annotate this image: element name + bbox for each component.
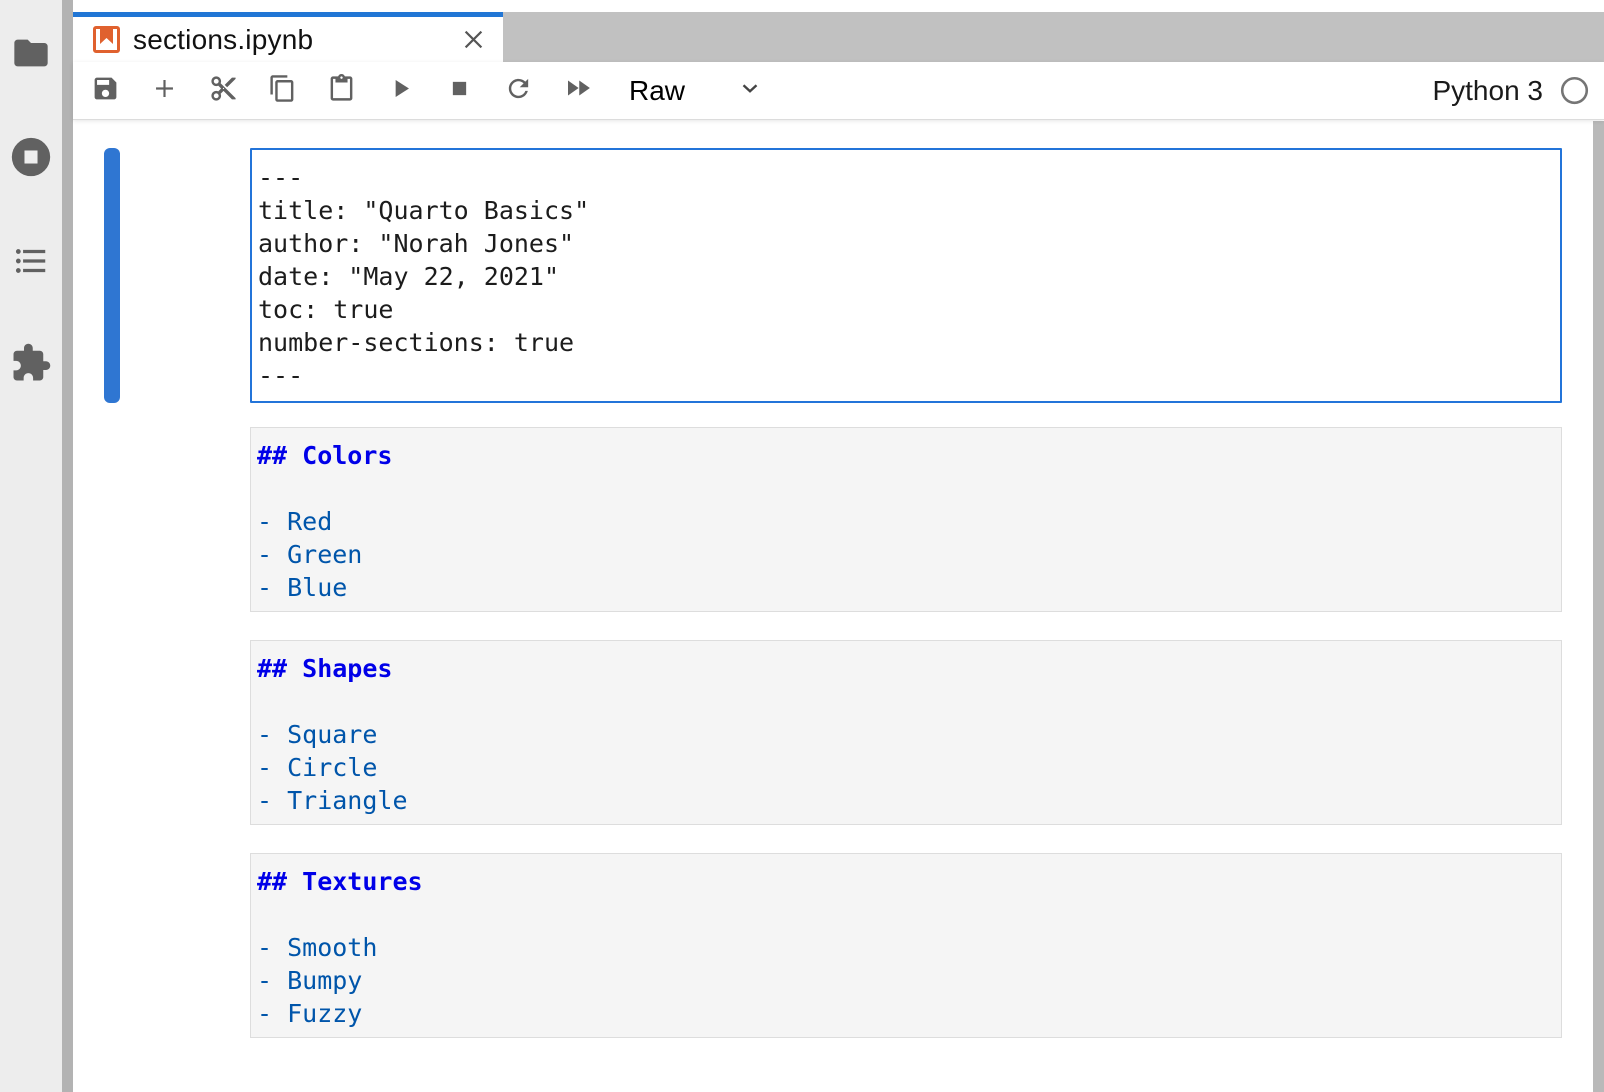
- copy-cells-button[interactable]: [253, 62, 312, 119]
- code-line: - Square: [257, 718, 1555, 751]
- code-line: ---: [258, 359, 1554, 392]
- notebook-cell[interactable]: ## Textures - Smooth- Bumpy- Fuzzy: [73, 853, 1604, 1038]
- restart-run-all-button[interactable]: [548, 62, 607, 119]
- code-line: [257, 472, 1555, 505]
- code-line: number-sections: true: [258, 326, 1554, 359]
- run-cell-button[interactable]: [371, 62, 430, 119]
- plus-icon: [150, 74, 179, 108]
- code-line: toc: true: [258, 293, 1554, 326]
- cell-collapser[interactable]: [104, 853, 120, 1038]
- sidebar-item-running-sessions[interactable]: [0, 134, 62, 185]
- sidebar-item-file-browser[interactable]: [0, 33, 62, 78]
- code-line: - Triangle: [257, 784, 1555, 817]
- sidebar-item-extension-manager[interactable]: [0, 342, 62, 389]
- markdown-cell-editor[interactable]: ## Textures - Smooth- Bumpy- Fuzzy: [250, 853, 1562, 1038]
- clipboard-icon: [327, 74, 356, 108]
- right-edge-strip: [1593, 121, 1604, 1092]
- sidebar-item-table-of-contents[interactable]: [0, 242, 62, 285]
- code-line: date: "May 22, 2021": [258, 260, 1554, 293]
- save-button[interactable]: [76, 62, 135, 119]
- code-line: author: "Norah Jones": [258, 227, 1554, 260]
- code-line: ---: [258, 161, 1554, 194]
- tab-title: sections.ipynb: [133, 24, 313, 56]
- top-strip: [73, 0, 1604, 12]
- puzzle-icon: [10, 342, 52, 389]
- close-icon[interactable]: [460, 26, 487, 53]
- chevron-down-icon: [685, 75, 763, 106]
- notebook-cell[interactable]: ## Shapes - Square- Circle- Triangle: [73, 640, 1604, 825]
- kernel-name: Python 3: [1432, 75, 1543, 107]
- code-line: - Smooth: [257, 931, 1555, 964]
- code-line: - Red: [257, 505, 1555, 538]
- copy-icon: [268, 74, 297, 108]
- notebook-toolbar: Raw Python 3: [73, 62, 1604, 120]
- code-line: title: "Quarto Basics": [258, 194, 1554, 227]
- code-line: [257, 898, 1555, 931]
- code-line: - Bumpy: [257, 964, 1555, 997]
- stop-icon: [445, 74, 474, 108]
- notebook-file-icon: [93, 26, 120, 53]
- markdown-cell-editor[interactable]: ## Colors - Red- Green- Blue: [250, 427, 1562, 612]
- restart-kernel-button[interactable]: [489, 62, 548, 119]
- cut-cells-button[interactable]: [194, 62, 253, 119]
- dock-tab-bar: sections.ipynb: [73, 12, 1604, 62]
- left-activity-bar: [0, 0, 62, 1092]
- play-icon: [386, 74, 415, 108]
- insert-cell-button[interactable]: [135, 62, 194, 119]
- code-line: - Green: [257, 538, 1555, 571]
- refresh-icon: [504, 74, 533, 108]
- folder-icon: [11, 33, 51, 78]
- sidebar-divider: [62, 0, 73, 1092]
- code-line: ## Textures: [257, 865, 1555, 898]
- cell-collapser[interactable]: [104, 148, 120, 403]
- scissors-icon: [209, 74, 238, 108]
- notebook-panel: ---title: "Quarto Basics"author: "Norah …: [73, 120, 1604, 1092]
- bullet-list-icon: [12, 242, 50, 285]
- cell-collapser[interactable]: [104, 640, 120, 825]
- code-line: ## Colors: [257, 439, 1555, 472]
- markdown-cell-editor[interactable]: ## Shapes - Square- Circle- Triangle: [250, 640, 1562, 825]
- notebook-cell[interactable]: ## Colors - Red- Green- Blue: [73, 427, 1604, 612]
- raw-cell-editor[interactable]: ---title: "Quarto Basics"author: "Norah …: [250, 148, 1562, 403]
- code-line: - Fuzzy: [257, 997, 1555, 1030]
- jupyterlab-window: sections.ipynb: [0, 0, 1604, 1092]
- cell-collapser[interactable]: [104, 427, 120, 612]
- tab-sections-ipynb[interactable]: sections.ipynb: [73, 12, 503, 62]
- interrupt-kernel-button[interactable]: [430, 62, 489, 119]
- code-line: ## Shapes: [257, 652, 1555, 685]
- code-line: - Circle: [257, 751, 1555, 784]
- cell-type-value: Raw: [629, 75, 685, 107]
- kernel-status-icon[interactable]: [1559, 75, 1590, 106]
- fast-forward-icon: [563, 73, 593, 108]
- save-icon: [91, 74, 120, 108]
- stop-circle-icon: [8, 134, 54, 185]
- code-line: [257, 685, 1555, 718]
- paste-cells-button[interactable]: [312, 62, 371, 119]
- code-line: - Blue: [257, 571, 1555, 604]
- kernel-area: Python 3: [1432, 75, 1590, 107]
- cell-type-dropdown[interactable]: Raw: [629, 75, 763, 107]
- notebook-cell[interactable]: ---title: "Quarto Basics"author: "Norah …: [73, 148, 1604, 403]
- notebook-cells: ---title: "Quarto Basics"author: "Norah …: [73, 120, 1604, 1038]
